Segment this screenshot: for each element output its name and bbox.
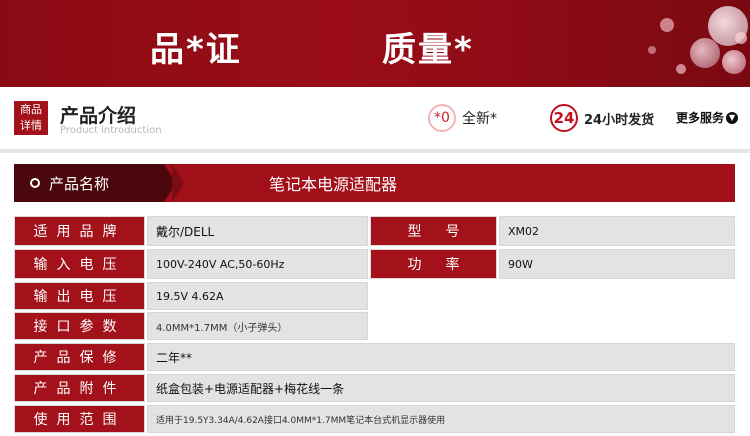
spec-value-output-voltage: 19.5V 4.62A xyxy=(147,282,368,310)
intro-subtitle: Product introduction xyxy=(60,125,162,136)
section-divider xyxy=(0,149,750,153)
chevron-down-icon: ▼ xyxy=(726,111,739,124)
banner-left-text: 品*证 xyxy=(150,30,242,70)
circle-bullet-icon xyxy=(30,178,40,188)
bokeh-decoration xyxy=(676,64,686,74)
more-services-label: 更多服务 xyxy=(676,111,725,125)
badge-line-2: 详情 xyxy=(20,119,42,132)
spec-value-accessories: 纸盒包装+电源适配器+梅花线一条 xyxy=(147,374,735,402)
badge-line-1: 商品 xyxy=(20,103,42,116)
more-services-link[interactable]: 更多服务 ▼ xyxy=(676,109,739,126)
spec-label-usage: 使用范围 xyxy=(14,405,145,433)
arrow-decoration xyxy=(172,164,184,202)
spec-label-connector: 接口参数 xyxy=(14,312,145,340)
spec-value-warranty: 二年** xyxy=(147,343,735,371)
product-name-bar: 产品名称 笔记本电源适配器 xyxy=(14,164,735,202)
detail-badge: 商品 详情 xyxy=(14,101,48,135)
product-intro-header: 商品 详情 产品介绍 Product introduction *0 全新* 2… xyxy=(0,87,750,149)
spec-label-brand: 适用品牌 xyxy=(14,216,145,246)
top-banner: 品*证 质量* xyxy=(0,0,750,87)
spec-value-brand: 戴尔/DELL xyxy=(147,216,368,246)
spec-value-usage: 适用于19.5Y3.34A/4.62A接口4.0MM*1.7MM笔记本台式机显示… xyxy=(147,405,735,433)
bokeh-decoration xyxy=(735,32,747,44)
product-name-value: 笔记本电源适配器 xyxy=(269,175,398,194)
feature-new-label: 全新* xyxy=(462,111,497,127)
product-name-label: 产品名称 xyxy=(49,174,110,193)
spec-value-model: XM02 xyxy=(499,216,735,246)
banner-right-text: 质量* xyxy=(382,30,474,70)
spec-label-input-voltage: 输入电压 xyxy=(14,249,145,279)
bokeh-decoration xyxy=(722,50,746,74)
spec-value-connector: 4.0MM*1.7MM（小子弹头） xyxy=(147,312,368,340)
spec-label-output-voltage: 输出电压 xyxy=(14,282,145,310)
product-name-label-box: 产品名称 xyxy=(14,164,164,202)
spec-label-accessories: 产品附件 xyxy=(14,374,145,402)
feature-brand-new: *0 全新* xyxy=(428,104,497,132)
spec-label-model: 型号 xyxy=(370,216,497,246)
spec-label-warranty: 产品保修 xyxy=(14,343,145,371)
clock-24-icon: 24 xyxy=(550,104,578,132)
intro-title: 产品介绍 xyxy=(60,105,137,127)
new-icon: *0 xyxy=(428,104,456,132)
bokeh-decoration xyxy=(648,46,656,54)
feature-ship-label: 24小时发货 xyxy=(584,112,655,128)
bokeh-decoration xyxy=(690,38,720,68)
bokeh-decoration xyxy=(660,18,674,32)
feature-24h-shipping: 24 24小时发货 xyxy=(550,104,654,132)
spec-value-input-voltage: 100V-240V AC,50-60Hz xyxy=(147,249,368,279)
spec-label-power: 功率 xyxy=(370,249,497,279)
spec-value-power: 90W xyxy=(499,249,735,279)
